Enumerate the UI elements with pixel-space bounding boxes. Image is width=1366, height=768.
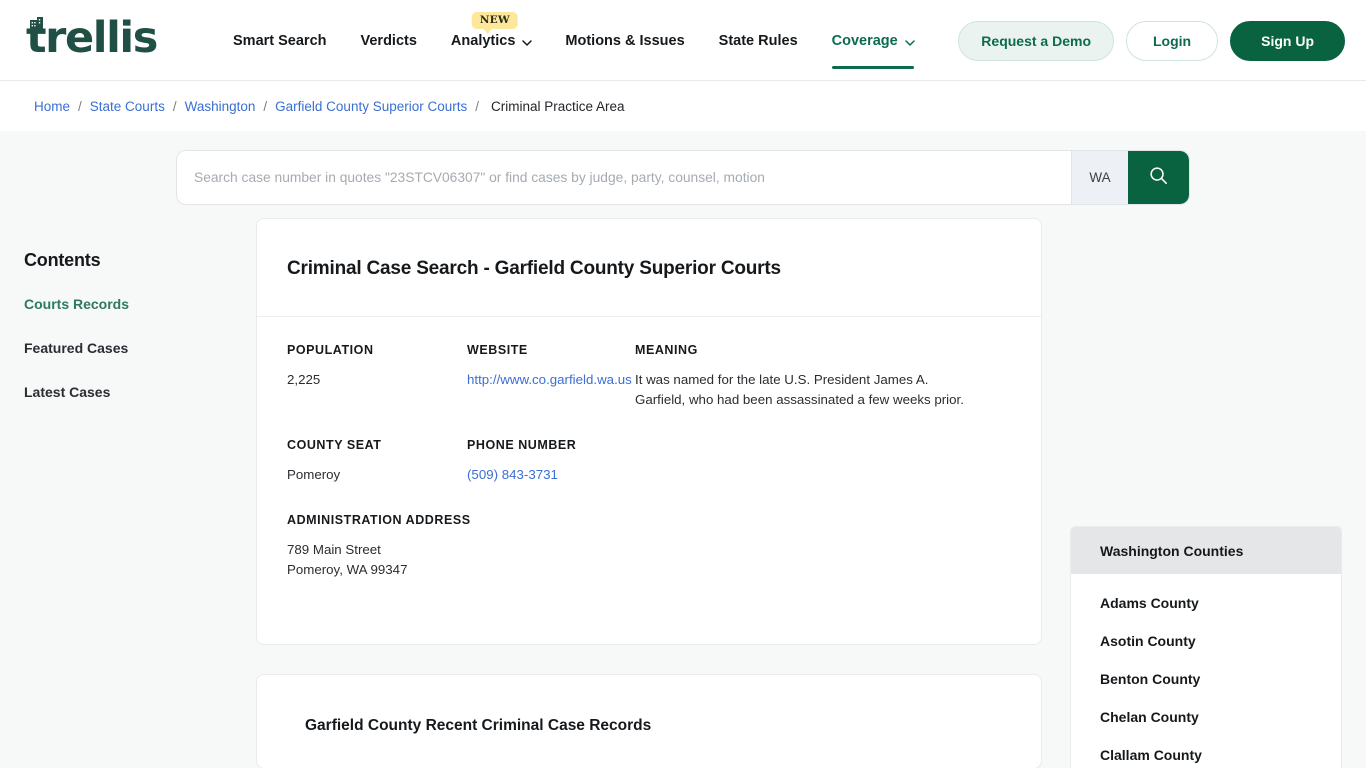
search-input[interactable] [177, 151, 1071, 204]
new-badge: NEW [471, 12, 518, 34]
spacer-cell [635, 465, 1011, 513]
county-seat-label: COUNTY SEAT [287, 438, 382, 453]
nav-label: Coverage [831, 32, 898, 49]
breadcrumb-separator: / [172, 98, 177, 114]
nav-item-state-rules[interactable]: State Rules [719, 0, 798, 81]
population-label: POPULATION [287, 343, 374, 358]
nav-label: State Rules [718, 32, 798, 49]
recent-records-title: Garfield County Recent Criminal Case Rec… [305, 716, 652, 734]
county-info-card: Criminal Case Search - Garfield County S… [256, 218, 1042, 646]
list-item[interactable]: Adams County [1071, 584, 1341, 622]
nav-item-analytics[interactable]: NEW Analytics [450, 0, 533, 81]
recent-records-card: Garfield County Recent Criminal Case Rec… [256, 674, 1042, 768]
header-actions: Request a Demo Login Sign Up [958, 0, 1345, 81]
search-bar: WA [176, 150, 1190, 205]
nav-label: Analytics [450, 32, 516, 49]
chevron-down-icon [904, 36, 915, 46]
phone-label: PHONE NUMBER [467, 438, 577, 453]
website-label: WEBSITE [467, 343, 528, 358]
county-facts-grid: POPULATION WEBSITE MEANING 2,225 http://… [287, 343, 1011, 608]
logo[interactable]: trellis [26, 13, 158, 63]
counties-rail-title: Washington Counties [1071, 527, 1341, 574]
nav-item-motions-issues[interactable]: Motions & Issues [565, 0, 684, 81]
request-demo-button[interactable]: Request a Demo [958, 20, 1114, 61]
magnifier-icon [1148, 165, 1169, 191]
active-nav-underline [831, 66, 914, 69]
population-value: 2,225 [287, 372, 321, 388]
address-label: ADMINISTRATION ADDRESS [287, 513, 471, 528]
list-item[interactable]: Benton County [1071, 660, 1341, 698]
counties-list: Adams County Asotin County Benton County… [1071, 574, 1341, 768]
search-band: WA [0, 131, 1366, 218]
breadcrumb-separator: / [475, 98, 480, 114]
breadcrumb-item-state-courts[interactable]: State Courts [90, 99, 165, 114]
phone-link[interactable]: (509) 843-3731 [467, 467, 558, 482]
contents-item-latest-cases[interactable]: Latest Cases [24, 384, 224, 400]
county-info-card-body: POPULATION WEBSITE MEANING 2,225 http://… [257, 317, 1041, 644]
list-item[interactable]: Asotin County [1071, 622, 1341, 660]
page-body: Contents Courts Records Featured Cases L… [0, 218, 1366, 768]
nav-item-verdicts[interactable]: Verdicts [361, 0, 417, 81]
building-icon-svg [30, 17, 43, 31]
spacer-cell [635, 438, 1011, 465]
contents-item-featured-cases[interactable]: Featured Cases [24, 340, 224, 356]
breadcrumb-current: Criminal Practice Area [491, 98, 625, 114]
sign-up-button[interactable]: Sign Up [1230, 20, 1345, 61]
contents-sidebar: Contents Courts Records Featured Cases L… [24, 250, 224, 428]
meaning-label: MEANING [635, 343, 698, 358]
page-title: Criminal Case Search - Garfield County S… [287, 257, 781, 279]
breadcrumb: Home / State Courts / Washington / Garfi… [0, 81, 1366, 131]
breadcrumb-separator: / [78, 98, 82, 114]
nav-label: Smart Search [233, 32, 327, 49]
login-button[interactable]: Login [1126, 20, 1219, 61]
breadcrumb-item-garfield-county[interactable]: Garfield County Superior Courts [275, 99, 467, 114]
nav-item-coverage[interactable]: Coverage [831, 0, 915, 81]
county-seat-value: Pomeroy [287, 467, 341, 483]
site-header: trellis Smart Search Verdicts NEW Analyt… [0, 0, 1366, 81]
main-content: Criminal Case Search - Garfield County S… [256, 218, 1042, 768]
breadcrumb-item-home[interactable]: Home [34, 99, 70, 114]
nav-label: Verdicts [360, 32, 417, 49]
main-nav: Smart Search Verdicts NEW Analytics Moti… [233, 0, 948, 81]
list-item[interactable]: Clallam County [1071, 736, 1341, 768]
nav-item-smart-search[interactable]: Smart Search [233, 0, 327, 81]
address-line-2: Pomeroy, WA 99347 [287, 562, 408, 578]
address-line-1: 789 Main Street [287, 542, 381, 558]
contents-item-courts-records[interactable]: Courts Records [24, 296, 224, 312]
contents-title: Contents [24, 250, 101, 270]
counties-rail: Washington Counties Adams County Asotin … [1070, 526, 1342, 768]
logo-text: trellis [26, 13, 158, 63]
list-item[interactable]: Chelan County [1071, 698, 1341, 736]
breadcrumb-item-washington[interactable]: Washington [185, 99, 256, 114]
website-value: http://www.co.garfield.wa.us [467, 370, 635, 438]
breadcrumb-separator: / [263, 98, 268, 114]
chevron-down-icon [522, 36, 533, 46]
website-link[interactable]: http://www.co.garfield.wa.us [467, 372, 632, 387]
phone-value: (509) 843-3731 [467, 465, 635, 513]
meaning-value: It was named for the late U.S. President… [635, 372, 964, 408]
address-value: 789 Main Street Pomeroy, WA 99347 [287, 540, 1011, 608]
nav-label: Motions & Issues [565, 32, 685, 49]
search-button[interactable] [1128, 151, 1189, 204]
state-selector[interactable]: WA [1071, 151, 1128, 204]
county-info-card-header: Criminal Case Search - Garfield County S… [257, 219, 1041, 318]
